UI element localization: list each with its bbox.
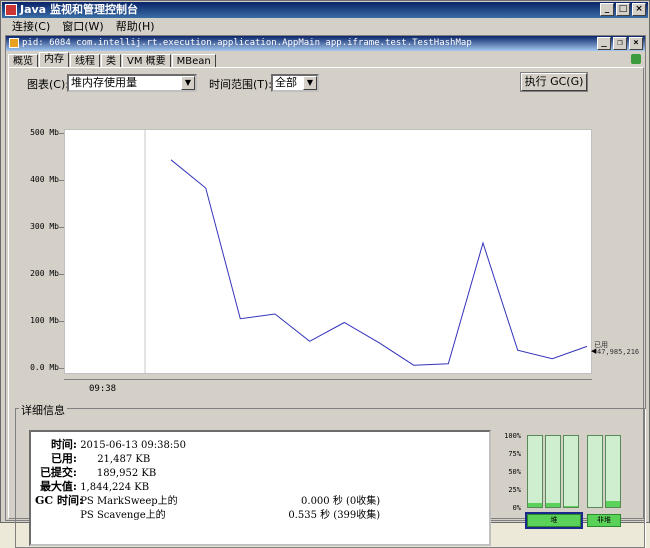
chart-select-label: 图表(C): [27,78,69,91]
pool-bar-code-cache[interactable] [587,435,603,508]
pool-bar-perm-gen[interactable] [605,435,621,508]
pct-label-100: 100% [504,432,521,440]
connected-status-icon [631,54,641,64]
y-tick-mark [59,274,64,275]
inner-restore-button[interactable]: ❐ [613,37,627,50]
non-heap-pool-button[interactable]: 非堆 [587,514,621,527]
details-legend: 详细信息 [19,402,67,418]
y-tick-mark [59,368,64,369]
y-tick-label: 400 Mb [30,175,59,184]
y-tick-mark [59,180,64,181]
tab-threads[interactable]: 线程 [70,54,100,68]
pool-fill [528,503,542,507]
pool-fill [564,505,578,507]
minimize-button[interactable]: _ [600,3,614,16]
main-window: Java 监视和管理控制台 _ □ × 连接(C) 窗口(W) 帮助(H) pi… [0,0,650,548]
maximize-button[interactable]: □ [616,3,630,16]
y-tick-label: 300 Mb [30,222,59,231]
perform-gc-button[interactable]: 执行 GC(G) [520,72,588,92]
memory-chart [64,129,592,374]
pool-bar-eden[interactable] [527,435,543,508]
close-button[interactable]: × [632,3,646,16]
inner-minimize-button[interactable]: _ [597,37,611,50]
pct-label-0: 0% [512,504,521,512]
pct-label-25: 25% [508,486,521,494]
menu-connection[interactable]: 连接(C) [6,18,56,35]
y-tick-mark [59,321,64,322]
menu-help[interactable]: 帮助(H) [110,18,161,35]
tab-memory[interactable]: 内存 [39,52,69,68]
chart-svg [144,130,588,373]
tab-overview[interactable]: 概览 [8,54,38,68]
menu-window[interactable]: 窗口(W) [56,18,109,35]
y-tick-mark [59,133,64,134]
pool-fill [546,503,560,507]
pct-label-50: 50% [508,468,521,476]
pct-label-75: 75% [508,450,521,458]
y-tick-label: 200 Mb [30,269,59,278]
current-used-value: 47,985,216 [597,348,640,356]
connection-frame: pid: 6084 com.intellij.rt.execution.appl… [5,35,646,548]
pool-fill [606,501,620,507]
details-box: 时间: 2015-06-13 09:38:50 已用: 21,487 KB 已提… [29,430,491,546]
pool-bar-survivor[interactable] [545,435,561,508]
heap-pool-button[interactable]: 堆 [525,512,583,529]
chevron-down-icon[interactable]: ▼ [303,76,317,90]
chevron-down-icon[interactable]: ▼ [181,76,195,90]
y-tick-label: 0.0 Mb [30,363,59,372]
y-tick-label: 100 Mb [30,316,59,325]
title-bar[interactable]: Java 监视和管理控制台 _ □ × [2,2,648,18]
memory-panel: 图表(C): 堆内存使用量 ▼ 时间范围(T): 全部 ▼ 执行 GC(G) 0… [8,67,645,548]
tab-vm-summary[interactable]: VM 概要 [122,54,171,68]
pool-bar-old-gen[interactable] [563,435,579,508]
range-select-label: 时间范围(T): [209,78,273,91]
y-tick-mark [59,227,64,228]
chart-select-value: 堆内存使用量 [71,76,137,89]
connection-icon [9,38,19,48]
heap-usage-line [170,159,588,366]
window-title: Java 监视和管理控制台 [20,3,138,16]
chart-select[interactable]: 堆内存使用量 ▼ [67,74,197,92]
tab-classes[interactable]: 类 [101,54,121,68]
memory-pools-bars: 100% 75% 50% 25% 0% 堆 非堆 [501,432,631,546]
tab-mbean[interactable]: MBean [171,54,216,68]
y-tick-label: 500 Mb [30,128,59,137]
detail-row-gc-scavenge: PS Scavenge上的 0.535 秒 (399收集) [80,510,381,521]
connection-title-bar[interactable]: pid: 6084 com.intellij.rt.execution.appl… [6,36,645,51]
time-axis-line [64,379,592,380]
java-app-icon [5,4,17,16]
inner-close-button[interactable]: × [629,37,643,50]
time-tick-label: 09:38 [89,384,117,394]
tab-bar: 概览 内存 线程 类 VM 概要 MBean [8,52,217,68]
current-marker-icon: ◀ [591,347,597,355]
connection-title: pid: 6084 com.intellij.rt.execution.appl… [22,38,472,48]
menu-bar: 连接(C) 窗口(W) 帮助(H) [2,18,648,35]
range-select-value: 全部 [275,76,297,89]
range-select[interactable]: 全部 ▼ [271,74,319,92]
